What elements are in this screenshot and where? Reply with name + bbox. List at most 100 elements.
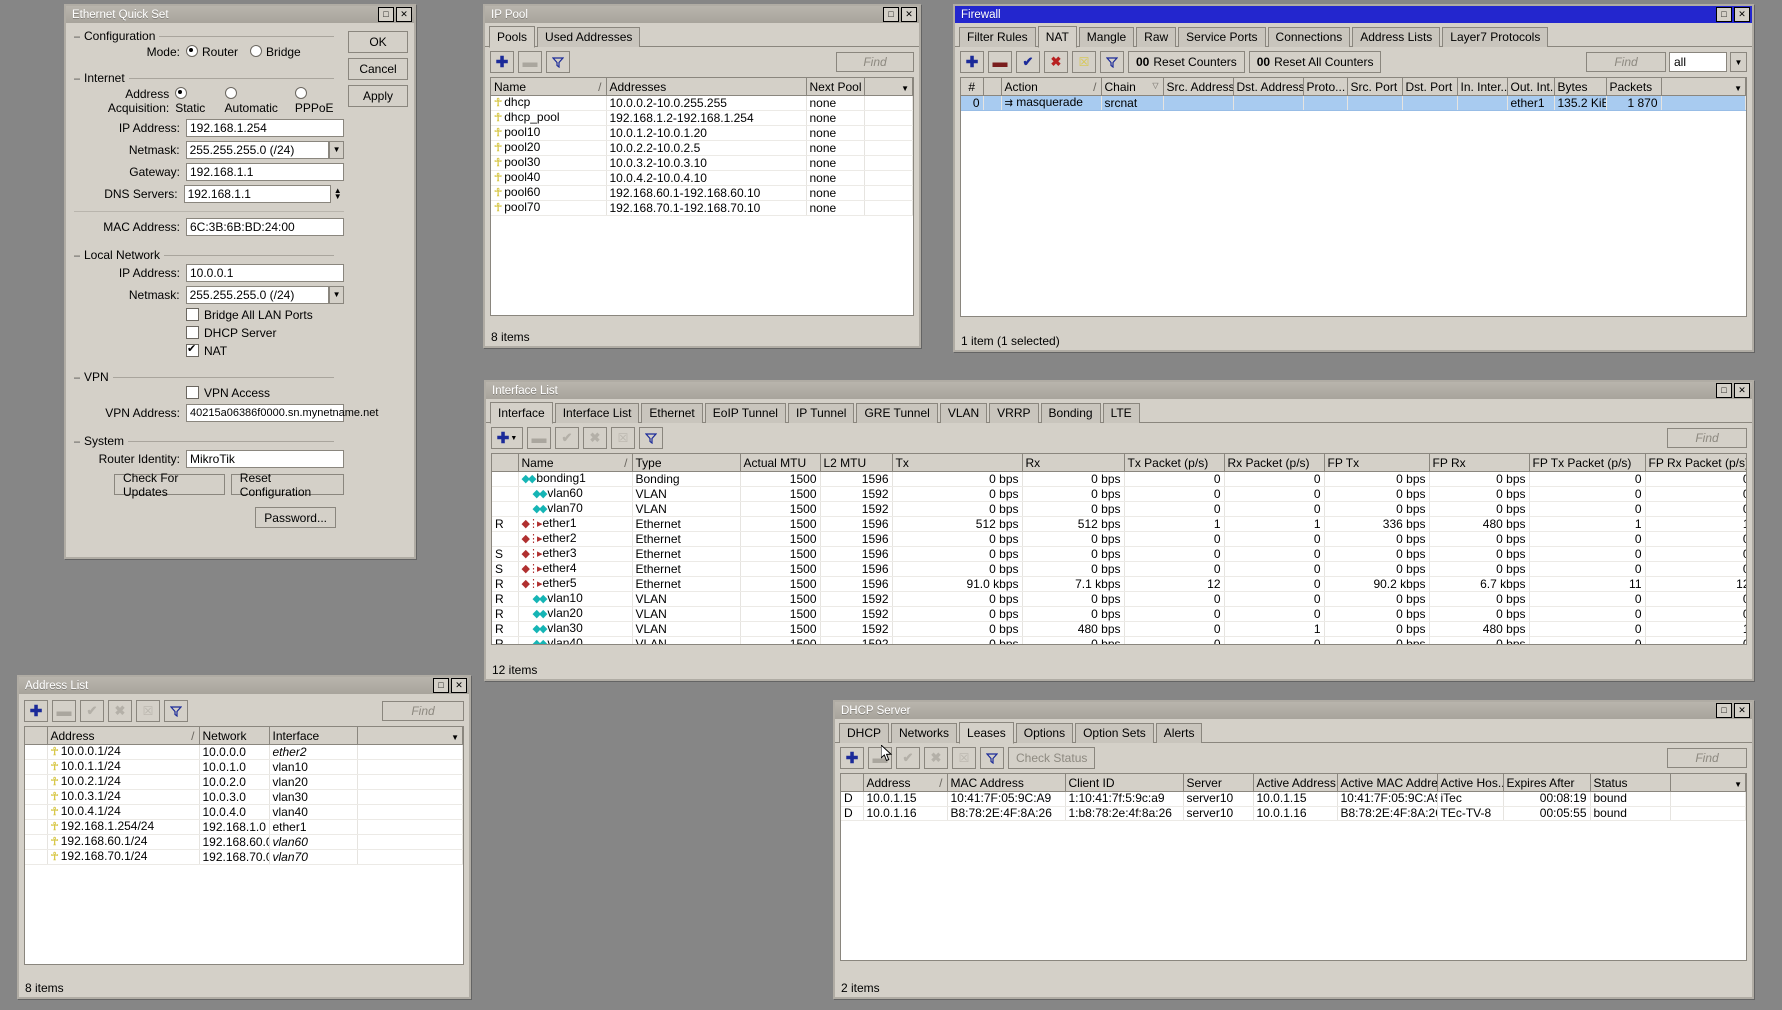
filter-select[interactable]: all — [1669, 52, 1727, 72]
add-button[interactable]: ✚ — [24, 700, 48, 722]
filter-icon[interactable] — [546, 51, 570, 73]
tab-bonding[interactable]: Bonding — [1040, 403, 1101, 423]
disable-button[interactable]: ✖ — [108, 700, 132, 722]
col-tx[interactable]: Tx — [892, 454, 1023, 472]
col-out-interface[interactable]: Out. Int... — [1507, 78, 1555, 96]
col-rx-packet[interactable]: Rx Packet (p/s) — [1224, 454, 1325, 472]
tab-address-lists[interactable]: Address Lists — [1352, 27, 1441, 47]
col-address[interactable]: Address — [47, 727, 200, 745]
titlebar-quick-set[interactable]: Ethernet Quick Set □ ✕ — [66, 6, 414, 23]
tab-service-ports[interactable]: Service Ports — [1178, 27, 1266, 47]
table-row[interactable]: ☥ 192.168.70.1/24 192.168.70.0 vlan70 — [25, 849, 463, 865]
tab-interface[interactable]: Interface — [490, 402, 553, 424]
tab-filter-rules[interactable]: Filter Rules — [959, 27, 1036, 47]
close-icon[interactable]: ✕ — [396, 7, 412, 22]
check-for-updates-button[interactable]: Check For Updates — [114, 471, 225, 499]
col-bytes[interactable]: Bytes — [1554, 78, 1607, 96]
table-row[interactable]: ◆◆ bonding1 Bonding 1500 1596 0 bps 0 bps 0 0 0 b… — [492, 471, 1746, 487]
col-server[interactable]: Server — [1183, 774, 1254, 792]
tab-networks[interactable]: Networks — [891, 723, 958, 743]
ip-pool-grid[interactable]: Name Addresses Next Pool ▼ ☥dhcp10.0.0.2… — [490, 77, 914, 316]
col-fp-tx-packet[interactable]: FP Tx Packet (p/s) — [1529, 454, 1646, 472]
reset-counters-button[interactable]: 00 Reset Counters — [1128, 51, 1245, 73]
tab-nat[interactable]: NAT — [1037, 26, 1077, 48]
maximize-icon[interactable]: □ — [1716, 7, 1732, 22]
maximize-icon[interactable]: □ — [883, 7, 899, 22]
close-icon[interactable]: ✕ — [1734, 7, 1750, 22]
tab-connections[interactable]: Connections — [1267, 27, 1351, 47]
col-scroll[interactable]: ▼ — [1670, 774, 1746, 792]
col-active-mac[interactable]: Active MAC Addre... — [1337, 774, 1438, 792]
table-row[interactable]: ☥ 192.168.60.1/24 192.168.60.0 vlan60 — [25, 834, 463, 850]
col-active-host[interactable]: Active Hos... — [1437, 774, 1504, 792]
tab-ethernet[interactable]: Ethernet — [641, 403, 703, 423]
window-ethernet-quick-set[interactable]: Ethernet Quick Set □ ✕ – Configuration M… — [64, 4, 416, 559]
dns-input[interactable]: 192.168.1.1 — [183, 185, 332, 203]
disable-button[interactable]: ✖ — [924, 747, 948, 769]
close-icon[interactable]: ✕ — [1734, 383, 1750, 398]
dns-spinner-icon[interactable]: ▲ ▼ — [331, 186, 344, 202]
filter-icon[interactable] — [1100, 51, 1124, 73]
table-row[interactable]: R ◆⋮▸ ether1 Ethernet 1500 1596 512 bps 512 bps… — [492, 516, 1746, 532]
mac-input[interactable]: 6C:3B:6B:BD:24:00 — [186, 218, 344, 236]
col-number[interactable]: # — [961, 78, 984, 96]
lan-netmask-dropdown-icon[interactable]: ▼ — [329, 286, 344, 304]
disable-button[interactable]: ✖ — [583, 427, 607, 449]
col-actual-mtu[interactable]: Actual MTU — [740, 454, 821, 472]
maximize-icon[interactable]: □ — [1716, 383, 1732, 398]
filter-icon[interactable] — [164, 700, 188, 722]
gateway-input[interactable]: 192.168.1.1 — [186, 163, 344, 181]
checkbox-nat[interactable]: NAT — [186, 342, 227, 358]
col-type[interactable]: Type — [632, 454, 741, 472]
enable-button[interactable]: ✔ — [80, 700, 104, 722]
table-row[interactable]: ☥ 10.0.4.1/24 10.0.4.0 vlan40 — [25, 804, 463, 820]
radio-acq-static[interactable]: Static — [175, 87, 216, 115]
table-row[interactable]: R ◆◆ vlan40 VLAN 1500 1592 0 bps 0 bps 0 0 0 bps 0 … — [492, 636, 1746, 644]
col-src-address[interactable]: Src. Address — [1163, 78, 1234, 96]
radio-mode-router[interactable]: Router — [186, 45, 238, 59]
col-mac-address[interactable]: MAC Address — [947, 774, 1066, 792]
table-row[interactable]: D 10.0.1.15 10:41:7F:05:9C:A9 1:10:41:7f:5:… — [841, 791, 1746, 807]
tab-option-sets[interactable]: Option Sets — [1075, 723, 1154, 743]
titlebar-firewall[interactable]: Firewall □ ✕ — [955, 6, 1752, 23]
col-addresses[interactable]: Addresses — [606, 78, 807, 96]
remove-button[interactable]: ▬ — [988, 51, 1012, 73]
filter-icon[interactable] — [980, 747, 1004, 769]
vpn-address-input[interactable]: 40215a06386f0000.sn.mynetname.net — [186, 404, 378, 422]
lan-ip-input[interactable]: 10.0.0.1 — [186, 264, 344, 282]
close-icon[interactable]: ✕ — [451, 678, 467, 693]
col-scroll[interactable]: ▼ — [864, 78, 913, 96]
comment-button[interactable]: ☒ — [1072, 51, 1096, 73]
table-row[interactable]: ☥ 10.0.1.1/24 10.0.1.0 vlan10 — [25, 759, 463, 775]
tab-used-addresses[interactable]: Used Addresses — [537, 27, 641, 47]
interface-grid[interactable]: Name Type Actual MTU L2 MTU Tx Rx Tx Pac… — [491, 453, 1747, 645]
ok-button[interactable]: OK — [348, 31, 408, 53]
col-protocol[interactable]: Proto... — [1303, 78, 1348, 96]
table-row[interactable]: ☥ 192.168.1.254/24 192.168.1.0 ether1 — [25, 819, 463, 835]
enable-button[interactable]: ✔ — [896, 747, 920, 769]
col-tx-packet[interactable]: Tx Packet (p/s) — [1124, 454, 1225, 472]
tab-vrrp[interactable]: VRRP — [989, 403, 1039, 423]
tab-pools[interactable]: Pools — [489, 26, 536, 48]
col-status[interactable]: Status — [1590, 774, 1671, 792]
checkbox-dhcp-server[interactable]: DHCP Server — [186, 326, 276, 340]
close-icon[interactable]: ✕ — [901, 7, 917, 22]
table-row[interactable]: ◆◆ vlan70 VLAN 1500 1592 0 bps 0 bps 0 0 0 bps 0 b… — [492, 501, 1746, 517]
add-button[interactable]: ✚ — [840, 747, 864, 769]
titlebar-dhcp-server[interactable]: DHCP Server □ ✕ — [835, 702, 1752, 719]
col-rx[interactable]: Rx — [1022, 454, 1125, 472]
tab-leases[interactable]: Leases — [959, 722, 1014, 744]
add-button[interactable]: ✚ — [960, 51, 984, 73]
col-name[interactable]: Name — [491, 78, 607, 96]
window-address-list[interactable]: Address List □ ✕ ✚ ▬ ✔ ✖ ☒ Find Address … — [17, 675, 471, 999]
table-row[interactable]: R ◆⋮▸ ether5 Ethernet 1500 1596 91.0 kbps 7.1 k… — [492, 576, 1746, 592]
col-fp-tx[interactable]: FP Tx — [1324, 454, 1430, 472]
table-row[interactable]: S ◆⋮▸ ether4 Ethernet 1500 1596 0 bps 0 bps 0 0 0 … — [492, 561, 1746, 577]
col-network[interactable]: Network — [199, 727, 270, 745]
table-row[interactable]: R ◆◆ vlan10 VLAN 1500 1592 0 bps 0 bps 0 0 0 bps 0 … — [492, 591, 1746, 607]
lan-netmask-input[interactable]: 255.255.255.0 (/24) — [185, 286, 330, 304]
col-l2-mtu[interactable]: L2 MTU — [820, 454, 893, 472]
wan-netmask-input[interactable]: 255.255.255.0 (/24) — [185, 141, 330, 159]
table-row[interactable]: ☥ 10.0.0.1/24 10.0.0.0 ether2 — [25, 744, 463, 760]
tab-mangle[interactable]: Mangle — [1078, 27, 1135, 47]
